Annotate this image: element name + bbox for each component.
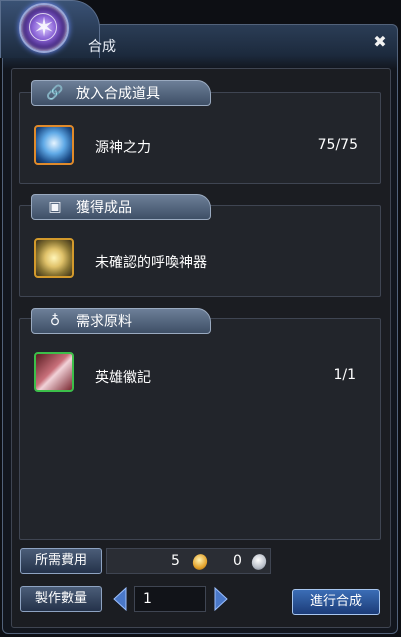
- gold-amount: 5: [171, 553, 180, 569]
- input-section-header: 🔗 放入合成道具: [31, 80, 211, 106]
- box-icon: ▣: [48, 199, 62, 215]
- title-tab: [0, 0, 100, 58]
- input-item-slot[interactable]: [34, 125, 74, 165]
- materials-section-header: ♁ 需求原料: [31, 308, 211, 334]
- input-section-title: 放入合成道具: [76, 86, 160, 102]
- quantity-label: 製作數量: [20, 586, 102, 612]
- arrow-left-icon[interactable]: [113, 586, 127, 612]
- gold-coin-icon: [190, 552, 210, 572]
- cost-label: 所需費用: [20, 548, 102, 574]
- quantity-input[interactable]: 1: [134, 586, 206, 612]
- magic-circle-emblem-icon: [19, 3, 69, 53]
- craft-button[interactable]: 進行合成: [292, 589, 380, 615]
- window-title: 合成: [88, 39, 116, 55]
- material-item-slot[interactable]: [34, 352, 74, 392]
- material-item-count: 1/1: [333, 367, 356, 383]
- cost-display: 5 0: [106, 548, 271, 574]
- result-item-name: 未確認的呼喚神器: [95, 255, 207, 271]
- link-icon: 🔗: [46, 85, 64, 101]
- result-section-header: ▣ 獲得成品: [31, 194, 211, 220]
- result-item-slot[interactable]: [34, 238, 74, 278]
- silver-amount: 0: [233, 553, 242, 569]
- input-item-name: 源神之力: [95, 140, 151, 156]
- arrow-right-icon[interactable]: [214, 586, 228, 612]
- input-item-count: 75/75: [317, 137, 358, 153]
- pouch-icon: ♁: [49, 313, 61, 329]
- result-section-title: 獲得成品: [76, 200, 132, 216]
- material-item-name: 英雄徽記: [95, 370, 151, 386]
- materials-section-title: 需求原料: [76, 314, 132, 330]
- close-icon[interactable]: ✖: [372, 34, 388, 50]
- silver-coin-icon: [249, 552, 269, 572]
- materials-section: [19, 318, 381, 540]
